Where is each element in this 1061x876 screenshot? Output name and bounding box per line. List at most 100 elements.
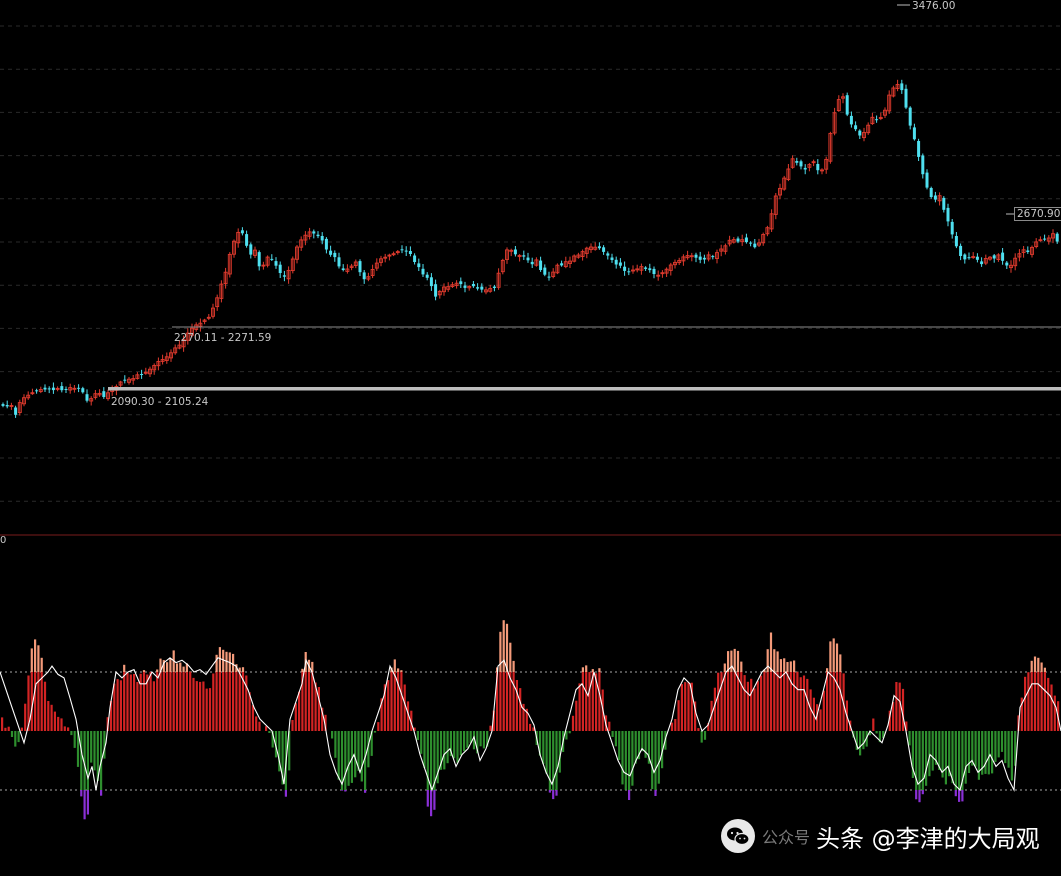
histogram-bar	[997, 731, 1000, 758]
histogram-bar	[100, 790, 103, 796]
candle-body-down	[875, 119, 879, 121]
histogram-bar	[581, 667, 584, 672]
histogram-bar	[964, 731, 967, 784]
histogram-bar	[430, 731, 433, 790]
histogram-bar	[509, 642, 512, 672]
histogram-bar	[182, 666, 185, 672]
histogram-bar	[684, 682, 687, 731]
histogram-bar	[119, 680, 122, 731]
candle-body-down	[282, 275, 286, 277]
histogram-bar	[116, 679, 119, 731]
histogram-bar	[822, 690, 825, 731]
histogram-bar	[156, 669, 159, 672]
candle-body-down	[413, 255, 417, 262]
histogram-bar	[611, 731, 614, 737]
histogram-bar	[90, 731, 93, 763]
histogram-bar	[555, 731, 558, 790]
histogram-bar	[984, 731, 987, 774]
candle-body-down	[459, 281, 463, 285]
histogram-bar	[400, 670, 403, 672]
candle-body-down	[652, 268, 656, 274]
chart-canvas	[0, 4, 1061, 820]
histogram-bar	[133, 674, 136, 731]
candle-body-down	[274, 261, 278, 266]
histogram-bar	[1043, 667, 1046, 672]
histogram-bar	[789, 661, 792, 672]
histogram-bar	[212, 673, 215, 731]
histogram-bar	[238, 672, 241, 731]
histogram-bar	[723, 663, 726, 672]
histogram-bar	[182, 672, 185, 731]
histogram-bar	[50, 704, 53, 731]
candle-body-down	[795, 161, 799, 163]
histogram-bar	[1, 717, 4, 731]
candle-body-down	[526, 257, 530, 261]
histogram-bar	[779, 659, 782, 672]
histogram-bar	[727, 672, 730, 731]
watermark-prefix: 公众号	[762, 828, 811, 847]
high-price-label: 3476.00	[912, 0, 956, 12]
candle-body-down	[312, 231, 316, 234]
histogram-bar	[334, 731, 337, 758]
histogram-bar	[819, 709, 822, 731]
histogram-bar	[680, 684, 683, 731]
histogram-bar	[938, 731, 941, 770]
candle-body-down	[85, 394, 89, 401]
candle-body-down	[744, 237, 748, 242]
watermark: 公众号 头条 @李津的大局观	[720, 818, 1040, 854]
histogram-bar	[377, 722, 380, 731]
candle-body-down	[1043, 238, 1047, 240]
histogram-bar	[793, 672, 796, 731]
candle-body-down	[904, 88, 908, 108]
histogram-bar	[67, 727, 70, 731]
histogram-bar	[232, 672, 235, 731]
candle-body-down	[102, 391, 106, 397]
candle-body-down	[333, 252, 337, 258]
candle-body-down	[77, 387, 81, 389]
histogram-bar	[723, 672, 726, 731]
histogram-bar	[453, 731, 456, 759]
histogram-bar	[403, 684, 406, 731]
histogram-bar	[931, 731, 934, 771]
candle-body-down	[324, 238, 328, 250]
candle-body-down	[803, 167, 807, 170]
histogram-bar	[123, 664, 126, 672]
histogram-bar	[733, 648, 736, 672]
histogram-bar	[740, 672, 743, 731]
candle-body-down	[627, 271, 631, 273]
histogram-bar	[162, 672, 165, 731]
histogram-bar	[921, 790, 924, 795]
histogram-bar	[746, 681, 749, 731]
histogram-bar	[832, 638, 835, 672]
histogram-bar	[832, 672, 835, 731]
histogram-bar	[575, 700, 578, 731]
histogram-bar	[677, 700, 680, 731]
histogram-bar	[43, 681, 47, 731]
histogram-bar	[1027, 672, 1030, 731]
histogram-bar	[944, 731, 947, 785]
histogram-bar	[763, 672, 766, 731]
histogram-bar	[783, 672, 786, 731]
histogram-bar	[284, 790, 287, 797]
candle-body-down	[698, 256, 702, 260]
histogram-bar	[730, 650, 733, 672]
histogram-bar	[769, 632, 773, 672]
histogram-bar	[255, 716, 258, 731]
histogram-bar	[773, 649, 776, 672]
histogram-bar	[443, 731, 446, 770]
histogram-bar	[954, 731, 957, 790]
candle-body-down	[992, 255, 996, 259]
histogram-bar	[294, 703, 297, 731]
histogram-bar	[1033, 656, 1037, 672]
histogram-bar	[779, 672, 782, 731]
histogram-bar	[588, 672, 591, 731]
histogram-bar	[799, 677, 802, 731]
histogram-bar	[581, 672, 584, 731]
candle-body-down	[408, 251, 412, 254]
candle-body-down	[539, 260, 543, 270]
candle-body-down	[362, 272, 366, 280]
histogram-bar	[159, 672, 162, 731]
histogram-bar	[169, 672, 172, 731]
histogram-bar	[156, 672, 159, 731]
histogram-bar	[80, 731, 83, 790]
